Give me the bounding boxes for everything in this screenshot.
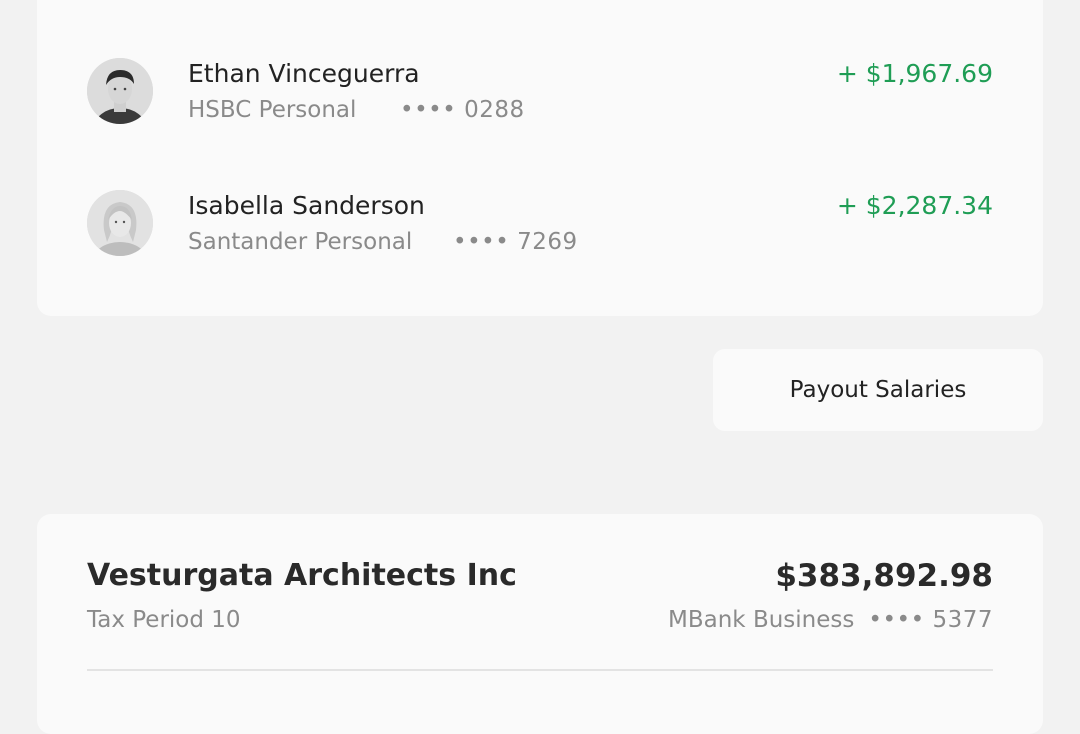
payees-card: Ethan Vinceguerra HSBC Personal •••• 028…	[37, 0, 1043, 316]
payee-row[interactable]: Isabella Sanderson Santander Personal ••…	[87, 190, 993, 260]
payee-bank: Santander Personal	[188, 229, 413, 255]
company-bank-name: MBank Business	[668, 607, 855, 633]
divider	[87, 669, 993, 671]
payee-bank: HSBC Personal	[188, 97, 357, 123]
company-name: Vesturgata Architects Inc	[87, 558, 517, 593]
payee-name: Isabella Sanderson	[188, 191, 425, 220]
company-total-amount: $383,892.98	[775, 558, 993, 594]
company-bank-info: MBank Business •••• 5377	[668, 605, 993, 635]
avatar	[87, 190, 153, 256]
company-card[interactable]: Vesturgata Architects Inc $383,892.98 Ta…	[37, 514, 1043, 734]
company-account-number: •••• 5377	[868, 607, 993, 633]
payee-row[interactable]: Ethan Vinceguerra HSBC Personal •••• 028…	[87, 58, 993, 128]
tax-period: Tax Period 10	[87, 607, 241, 633]
payee-amount: + $2,287.34	[836, 191, 993, 220]
payee-account-number: •••• 7269	[453, 229, 578, 255]
payee-amount: + $1,967.69	[836, 59, 993, 88]
avatar	[87, 58, 153, 124]
payee-name: Ethan Vinceguerra	[188, 59, 420, 88]
payout-salaries-button[interactable]: Payout Salaries	[713, 349, 1043, 431]
payee-account-number: •••• 0288	[400, 97, 525, 123]
